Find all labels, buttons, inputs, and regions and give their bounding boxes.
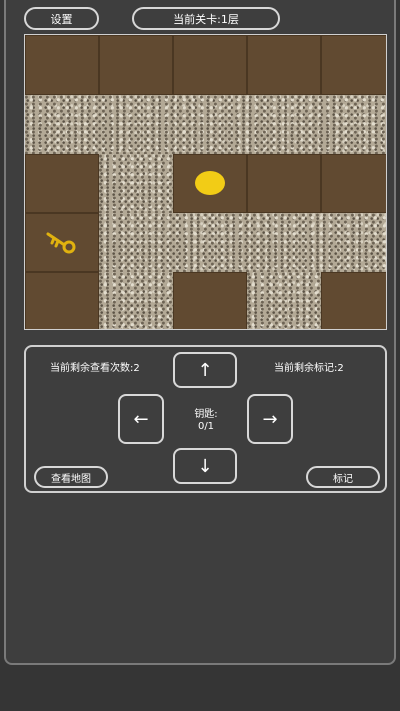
view-map-button[interactable]: 查看地图: [34, 466, 108, 488]
gravel-path: [247, 272, 321, 329]
dirt-tile: [321, 35, 386, 95]
game-map: [24, 34, 387, 330]
remaining-marks-label: 当前剩余标记:2: [274, 363, 344, 374]
level-indicator: 当前关卡:1层: [132, 7, 280, 30]
mark-button[interactable]: 标记: [306, 466, 380, 488]
remaining-views-label: 当前剩余查看次数:2: [50, 363, 140, 374]
dirt-tile: [25, 154, 99, 213]
keys-counter: 钥匙: 0/1: [186, 409, 226, 433]
dirt-tile: [25, 272, 99, 329]
move-down-button[interactable]: ↓: [173, 448, 237, 484]
gravel-path: [99, 154, 173, 213]
key-icon: [46, 232, 76, 254]
dirt-tile: [173, 272, 247, 329]
dirt-tile: [321, 154, 386, 213]
move-right-button[interactable]: →: [247, 394, 293, 444]
keys-value: 0/1: [197, 421, 215, 432]
gravel-path: [99, 272, 173, 329]
dirt-tile: [247, 35, 321, 95]
keys-label: 钥匙:: [194, 409, 218, 420]
gravel-path: [99, 213, 386, 272]
main-panel: 设置 当前关卡:1层 当前剩余查看次数:2 当前剩余标记:2 ↑ ← → ↓ 钥…: [4, 0, 396, 665]
dirt-tile: [321, 272, 386, 329]
app-screen: 设置 当前关卡:1层 当前剩余查看次数:2 当前剩余标记:2 ↑ ← → ↓ 钥…: [0, 0, 400, 711]
gravel-path: [25, 95, 386, 154]
control-panel: 当前剩余查看次数:2 当前剩余标记:2 ↑ ← → ↓ 钥匙: 0/1 查看地图…: [24, 345, 387, 493]
settings-button[interactable]: 设置: [24, 7, 99, 30]
dirt-tile: [247, 154, 321, 213]
move-up-button[interactable]: ↑: [173, 352, 237, 388]
dirt-tile: [99, 35, 173, 95]
coin-icon: [195, 171, 225, 195]
dirt-tile: [25, 35, 99, 95]
dirt-tile: [173, 35, 247, 95]
move-left-button[interactable]: ←: [118, 394, 164, 444]
